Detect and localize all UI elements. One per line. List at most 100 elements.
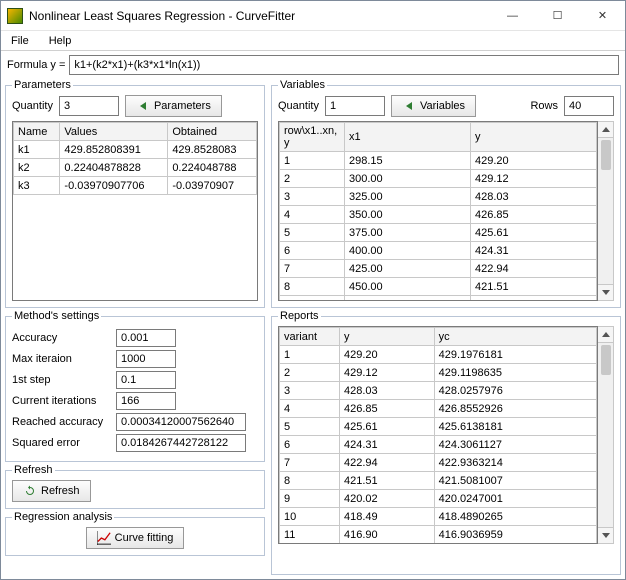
regression-legend: Regression analysis: [12, 511, 114, 523]
chart-icon: [97, 531, 111, 545]
variables-fieldset: Variables Quantity Variables Rows row\x1…: [271, 79, 621, 308]
maxiter-input[interactable]: [116, 350, 176, 368]
param-header-obtained[interactable]: Obtained: [168, 123, 257, 141]
arrow-left-icon: [136, 99, 150, 113]
method-legend: Method's settings: [12, 310, 101, 322]
curiter-input: [116, 392, 176, 410]
table-row[interactable]: 9475.00420.02: [280, 296, 597, 302]
maximize-button[interactable]: ☐: [535, 1, 580, 30]
step-input[interactable]: [116, 371, 176, 389]
table-row[interactable]: 8450.00421.51: [280, 278, 597, 296]
vars-scrollbar[interactable]: [598, 121, 614, 301]
minimize-button[interactable]: —: [490, 1, 535, 30]
variables-grid[interactable]: row\x1..xn, yx1y 1298.15429.202300.00429…: [278, 121, 598, 301]
formula-input[interactable]: [69, 55, 619, 75]
table-row: k20.224048788280.224048788: [14, 159, 257, 177]
curiter-label: Current iterations: [12, 395, 112, 407]
reports-scrollbar[interactable]: [598, 326, 614, 544]
variables-legend: Variables: [278, 79, 327, 91]
curve-fitting-button[interactable]: Curve fitting: [86, 527, 185, 549]
formula-label: Formula y =: [7, 59, 65, 71]
table-row[interactable]: 4426.85426.8552926: [280, 400, 597, 418]
table-row[interactable]: 3428.03428.0257976: [280, 382, 597, 400]
vars-qty-input[interactable]: [325, 96, 385, 116]
table-row[interactable]: 5425.61425.6138181: [280, 418, 597, 436]
help-menu[interactable]: Help: [43, 33, 78, 49]
table-row[interactable]: 1298.15429.20: [280, 152, 597, 170]
table-row[interactable]: 7422.94422.9363214: [280, 454, 597, 472]
arrow-left-icon: [402, 99, 416, 113]
rows-label: Rows: [530, 100, 558, 112]
reports-header-yc[interactable]: yc: [434, 328, 596, 346]
refresh-fieldset: Refresh Refresh: [5, 464, 265, 509]
param-header-values[interactable]: Values: [60, 123, 168, 141]
regression-fieldset: Regression analysis Curve fitting: [5, 511, 265, 556]
reports-grid[interactable]: variantyyc 1429.20429.19761812429.12429.…: [278, 326, 598, 544]
scroll-up-button[interactable]: [598, 327, 613, 343]
refresh-icon: [23, 484, 37, 498]
rows-input[interactable]: [564, 96, 614, 116]
reports-legend: Reports: [278, 310, 321, 322]
scroll-down-button[interactable]: [598, 527, 613, 543]
table-row[interactable]: 4350.00426.85: [280, 206, 597, 224]
window-title: Nonlinear Least Squares Regression - Cur…: [29, 9, 490, 23]
reached-label: Reached accuracy: [12, 416, 112, 428]
accuracy-input[interactable]: [116, 329, 176, 347]
param-qty-label: Quantity: [12, 100, 53, 112]
scroll-thumb[interactable]: [601, 345, 611, 375]
table-row[interactable]: 1429.20429.1976181: [280, 346, 597, 364]
table-row[interactable]: 2429.12429.1198635: [280, 364, 597, 382]
table-row[interactable]: 11416.90416.9036959: [280, 526, 597, 544]
chevron-up-icon: [602, 127, 610, 132]
table-row[interactable]: 3325.00428.03: [280, 188, 597, 206]
file-menu[interactable]: File: [5, 33, 35, 49]
table-row: k3-0.03970907706-0.03970907: [14, 177, 257, 195]
reached-input: [116, 413, 246, 431]
refresh-legend: Refresh: [12, 464, 55, 476]
app-window: Nonlinear Least Squares Regression - Cur…: [0, 0, 626, 580]
chevron-down-icon: [602, 533, 610, 538]
titlebar: Nonlinear Least Squares Regression - Cur…: [1, 1, 625, 31]
vars-header-y[interactable]: y: [471, 123, 597, 152]
curve-fitting-label: Curve fitting: [115, 532, 174, 544]
refresh-button[interactable]: Refresh: [12, 480, 91, 502]
variables-button[interactable]: Variables: [391, 95, 476, 117]
variables-button-label: Variables: [420, 100, 465, 112]
reports-header-variant[interactable]: variant: [280, 328, 340, 346]
vars-header-row[interactable]: row\x1..xn, y: [280, 123, 345, 152]
parameters-button-label: Parameters: [154, 100, 211, 112]
table-row[interactable]: 2300.00429.12: [280, 170, 597, 188]
parameters-grid[interactable]: NameValuesObtained k1429.852808391429.85…: [12, 121, 258, 301]
table-row[interactable]: 8421.51421.5081007: [280, 472, 597, 490]
method-fieldset: Method's settings Accuracy Max iteraion …: [5, 310, 265, 462]
scroll-up-button[interactable]: [598, 122, 613, 138]
accuracy-label: Accuracy: [12, 332, 112, 344]
vars-qty-label: Quantity: [278, 100, 319, 112]
vars-header-x1[interactable]: x1: [345, 123, 471, 152]
parameters-fieldset: Parameters Quantity Parameters NameValue…: [5, 79, 265, 308]
param-qty-input[interactable]: [59, 96, 119, 116]
scroll-thumb[interactable]: [601, 140, 611, 170]
reports-fieldset: Reports variantyyc 1429.20429.1976181242…: [271, 310, 621, 575]
close-button[interactable]: ✕: [580, 1, 625, 30]
menubar: File Help: [1, 31, 625, 51]
parameters-legend: Parameters: [12, 79, 73, 91]
param-header-name[interactable]: Name: [14, 123, 60, 141]
sqerr-input: [116, 434, 246, 452]
step-label: 1st step: [12, 374, 112, 386]
chevron-up-icon: [602, 332, 610, 337]
refresh-button-label: Refresh: [41, 485, 80, 497]
reports-header-y[interactable]: y: [340, 328, 435, 346]
sqerr-label: Squared error: [12, 437, 112, 449]
table-row[interactable]: 10418.49418.4890265: [280, 508, 597, 526]
table-row[interactable]: 7425.00422.94: [280, 260, 597, 278]
maxiter-label: Max iteraion: [12, 353, 112, 365]
table-row[interactable]: 6400.00424.31: [280, 242, 597, 260]
table-row[interactable]: 6424.31424.3061127: [280, 436, 597, 454]
parameters-button[interactable]: Parameters: [125, 95, 222, 117]
scroll-down-button[interactable]: [598, 284, 613, 300]
table-row[interactable]: 5375.00425.61: [280, 224, 597, 242]
table-row[interactable]: 9420.02420.0247001: [280, 490, 597, 508]
chevron-down-icon: [602, 290, 610, 295]
app-icon: [7, 8, 23, 24]
